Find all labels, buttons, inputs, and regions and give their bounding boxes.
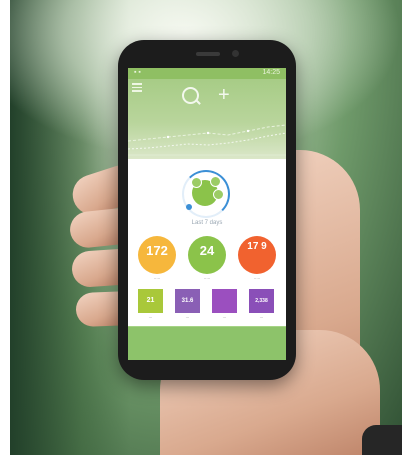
search-icon[interactable] [182, 87, 199, 104]
stat-circle[interactable]: 17 9 [238, 236, 276, 274]
stat-caption-mark: ····· [153, 276, 161, 281]
trend-line [128, 132, 286, 150]
leaf-icon [191, 177, 202, 188]
trend-point [166, 135, 170, 139]
status-bar: ▪ ▪ 14:25 [128, 68, 286, 79]
footer-divider [128, 326, 286, 327]
stat-value: 172 [146, 243, 168, 258]
phone-camera [232, 50, 239, 57]
stat-circle[interactable]: 24 [188, 236, 226, 274]
tile-caption-mark: ··· [259, 315, 264, 320]
tile-caption-mark: ··· [185, 315, 190, 320]
tile-caption-mark: ··· [148, 315, 153, 320]
tile-caption-mark: ··· [222, 315, 227, 320]
status-time: 14:25 [262, 69, 280, 76]
trend-point [246, 129, 250, 133]
app-header: + [128, 79, 286, 159]
trend-point [206, 131, 210, 135]
progress-ring-dot [186, 204, 192, 210]
metric-tile[interactable] [212, 289, 237, 313]
metric-tile[interactable]: 2,338 [249, 289, 274, 313]
status-notifications: ▪ ▪ [134, 69, 141, 76]
phone-speaker [196, 52, 220, 56]
stat-value: 24 [199, 243, 215, 258]
stat-value: 17 9 [247, 241, 267, 252]
phone-device: ▪ ▪ 14:25 + Last 7 days 172 24 17 9 ····… [118, 40, 296, 380]
stat-circle[interactable]: 172 [138, 236, 176, 274]
leaf-icon [213, 189, 224, 200]
summary-caption: Last 7 days [191, 220, 223, 226]
metric-tile[interactable]: 31.6 [175, 289, 200, 313]
metric-tile[interactable]: 21 [138, 289, 163, 313]
app-footer[interactable] [128, 326, 286, 360]
app-screen: ▪ ▪ 14:25 + Last 7 days 172 24 17 9 ····… [128, 68, 286, 360]
plus-icon[interactable]: + [218, 85, 230, 105]
trend-chart [128, 124, 286, 156]
leaf-icon [210, 176, 221, 187]
sleeve-cuff [362, 425, 402, 455]
stat-caption-mark: ····· [203, 276, 211, 281]
background-photo: ▪ ▪ 14:25 + Last 7 days 172 24 17 9 ····… [10, 0, 402, 455]
menu-icon[interactable] [132, 83, 142, 92]
stat-caption-mark: ····· [253, 276, 261, 281]
